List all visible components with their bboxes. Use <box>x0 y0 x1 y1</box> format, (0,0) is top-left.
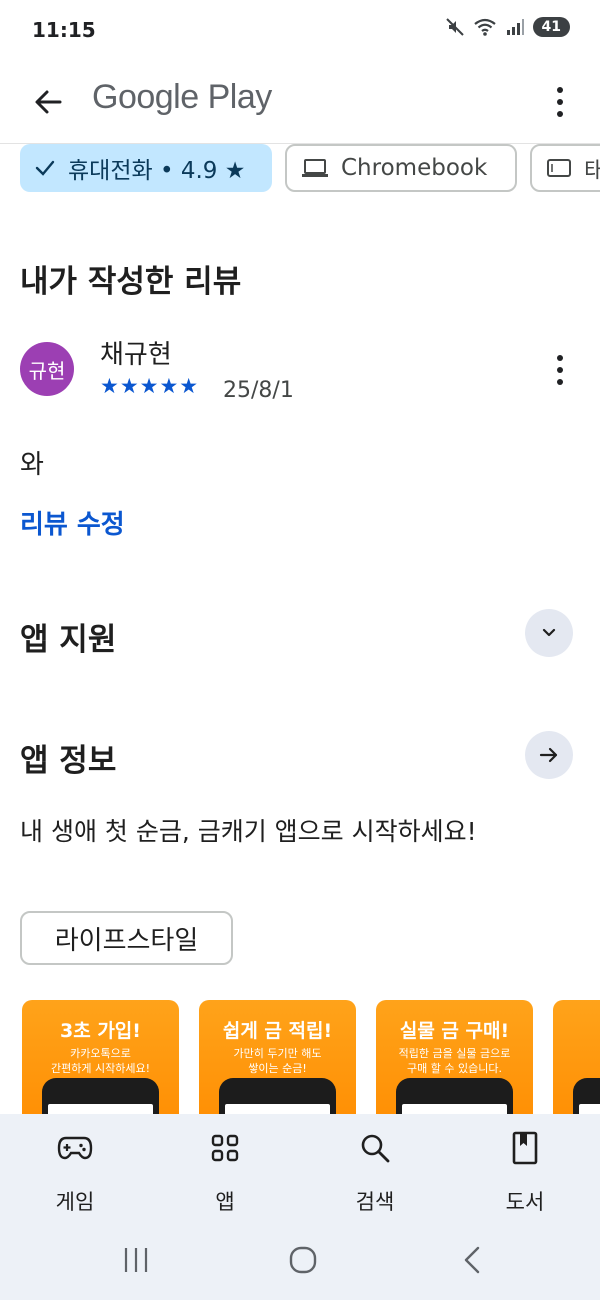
laptop-icon <box>302 159 328 177</box>
status-time: 11:15 <box>32 18 96 42</box>
system-back-icon[interactable] <box>456 1244 488 1276</box>
app-info-open-button[interactable] <box>525 731 573 779</box>
screenshot-subtitle-line: 구매 할 수 있습니다. <box>407 1061 502 1075</box>
home-icon[interactable] <box>285 1244 321 1276</box>
nav-search[interactable]: 검색 <box>325 1128 425 1216</box>
review-text: 와 <box>20 450 44 480</box>
star-rating: ★★★★★ <box>100 374 200 398</box>
screenshot-subtitle-line: 가만히 두기만 해도 <box>233 1047 322 1060</box>
phone-mockup <box>396 1078 513 1114</box>
chip-tablet-label: 태 <box>584 158 600 184</box>
wifi-icon <box>473 18 496 36</box>
battery-indicator: 41 <box>532 17 570 37</box>
screenshot-title: 기프 <box>553 1016 600 1043</box>
device-filter-chips: 휴대전화 • 4.9 ★ Chromebook 태 <box>20 144 600 194</box>
nav-games[interactable]: 게임 <box>25 1128 125 1216</box>
screenshot-subtitle-line: 간편하게 시작하세요! <box>51 1061 150 1075</box>
chip-tablet[interactable]: 태 <box>530 144 600 192</box>
my-review-heading: 내가 작성한 리뷰 <box>20 264 242 300</box>
screenshot-subtitle-line: 기프 <box>553 1047 600 1062</box>
phone-mockup <box>573 1078 600 1114</box>
screenshot-title: 실물 금 구매! <box>399 1020 510 1042</box>
chip-phone[interactable]: 휴대전화 • 4.9 ★ <box>20 144 272 192</box>
gamepad-icon <box>57 1136 93 1160</box>
chip-phone-label: 휴대전화 • 4.9 ★ <box>68 158 246 184</box>
back-arrow-icon[interactable] <box>28 82 68 122</box>
status-icons: 41 <box>445 17 570 37</box>
tablet-icon <box>547 159 571 177</box>
screenshot-subtitle: 기프 <box>553 1047 600 1062</box>
nav-apps-label: 앱 <box>215 1190 235 1214</box>
chevron-down-icon <box>542 628 556 637</box>
screenshot-3[interactable]: 실물 금 구매! 적립한 금을 실물 금으로 구매 할 수 있습니다. <box>376 1000 533 1114</box>
screenshot-4[interactable]: 기프 기프 <box>553 1000 600 1114</box>
edit-review-link[interactable]: 리뷰 수정 <box>20 504 125 541</box>
screenshot-title: 3초 가입! <box>60 1020 141 1042</box>
screenshot-subtitle: 가만히 두기만 해도 쌓이는 순금! <box>199 1047 356 1077</box>
screenshot-subtitle-line: 쌓이는 순금! <box>248 1061 307 1075</box>
mute-icon <box>445 18 464 36</box>
app-support-expand-button[interactable] <box>525 609 573 657</box>
screenshot-subtitle-line: 적립한 금을 실물 금으로 <box>398 1047 511 1060</box>
screenshot-subtitle-line: 카카오톡으로 <box>70 1047 131 1060</box>
avatar: 규현 <box>20 342 74 396</box>
apps-grid-icon <box>211 1134 239 1162</box>
app-description: 내 생애 첫 순금, 금캐기 앱으로 시작하세요! <box>20 817 477 846</box>
nav-apps[interactable]: 앱 <box>175 1128 275 1216</box>
nav-books-label: 도서 <box>505 1190 545 1214</box>
review-more-icon[interactable] <box>550 352 570 388</box>
screenshot-2[interactable]: 쉽게 금 적립! 가만히 두기만 해도 쌓이는 순금! <box>199 1000 356 1114</box>
check-icon <box>35 160 55 176</box>
app-bar-title: Google Play <box>92 78 272 116</box>
screenshot-carousel[interactable]: 3초 가입! 카카오톡으로 간편하게 시작하세요! 쉽게 금 적립! 가만히 두… <box>22 1000 600 1114</box>
chip-chromebook[interactable]: Chromebook <box>285 144 517 192</box>
screenshot-title: 쉽게 금 적립! <box>222 1020 333 1042</box>
recent-apps-icon[interactable] <box>120 1244 152 1276</box>
category-chip[interactable]: 라이프스타일 <box>20 911 233 965</box>
nav-games-label: 게임 <box>55 1190 95 1214</box>
signal-icon <box>506 19 524 35</box>
screenshot-subtitle: 카카오톡으로 간편하게 시작하세요! <box>22 1047 179 1077</box>
nav-books[interactable]: 도서 <box>475 1128 575 1216</box>
system-navigation-bar <box>0 1224 600 1300</box>
bottom-navigation: 게임 앱 검색 도서 <box>0 1114 600 1224</box>
search-icon <box>361 1134 390 1163</box>
screenshot-subtitle: 적립한 금을 실물 금으로 구매 할 수 있습니다. <box>376 1047 533 1077</box>
app-info-heading: 앱 정보 <box>20 743 117 779</box>
phone-mockup <box>42 1078 159 1114</box>
nav-search-label: 검색 <box>355 1190 395 1214</box>
phone-mockup <box>219 1078 336 1114</box>
review-date: 25/8/1 <box>223 378 294 403</box>
arrow-right-icon <box>539 747 558 763</box>
status-bar: 11:15 41 <box>0 0 600 60</box>
screenshot-1[interactable]: 3초 가입! 카카오톡으로 간편하게 시작하세요! <box>22 1000 179 1114</box>
chip-chromebook-label: Chromebook <box>341 155 488 181</box>
app-support-heading: 앱 지원 <box>20 622 117 658</box>
reviewer-name: 채규현 <box>100 340 172 370</box>
more-options-icon[interactable] <box>548 82 572 122</box>
book-icon <box>512 1131 538 1165</box>
app-bar: Google Play <box>0 60 600 144</box>
